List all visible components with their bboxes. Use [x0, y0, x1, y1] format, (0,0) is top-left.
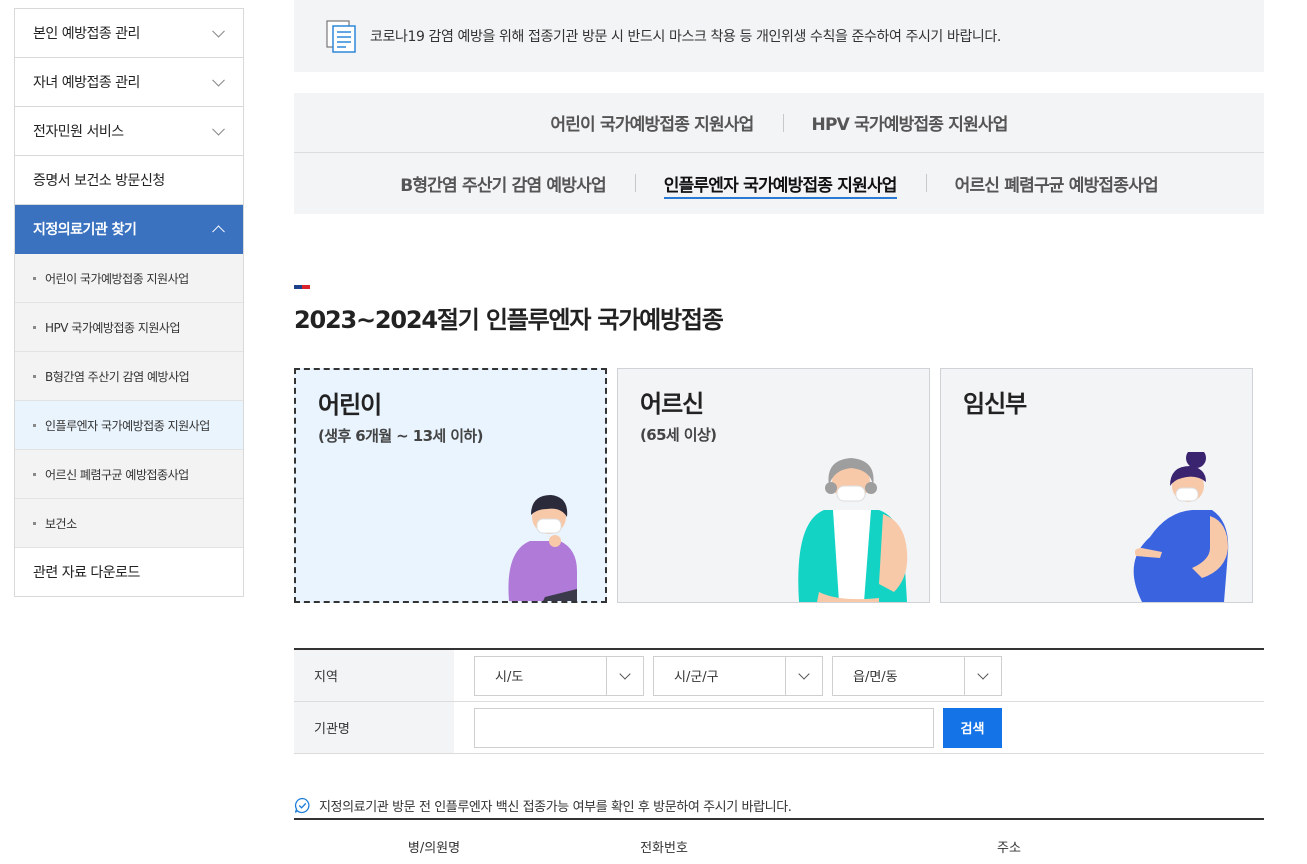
sidebar-subitem-label: 어르신 폐렴구균 예방접종사업: [45, 467, 189, 482]
sidebar-item-label: 전자민원 서비스: [33, 124, 124, 140]
bullet-icon: [33, 472, 36, 476]
chevron-down-icon: [964, 656, 1001, 695]
search-button[interactable]: 검색: [943, 707, 1002, 748]
bullet-icon: [33, 276, 36, 280]
org-row: 기관명 검색: [294, 702, 1264, 754]
org-name-input[interactable]: [474, 707, 934, 748]
tab-row: 어린이 국가예방접종 지원사업 HPV 국가예방접종 지원사업: [294, 93, 1264, 153]
pregnant-woman-illustration-icon: [1133, 452, 1229, 602]
card-seniors[interactable]: 어르신 (65세 이상): [617, 368, 930, 603]
chevron-down-icon: [606, 656, 643, 695]
chevron-down-icon: [212, 122, 225, 136]
bullet-icon: [33, 521, 36, 525]
results-table-header: 병/의원명 전화번호 주소: [294, 818, 1264, 864]
sidebar-subitem-label: B형간염 주산기 감염 예방사업: [45, 369, 190, 384]
select-value: 시/도: [495, 670, 524, 685]
column-header-clinic-name: 병/의원명: [407, 841, 461, 856]
card-pregnant[interactable]: 임신부: [940, 368, 1253, 603]
info-text: 지정의료기관 방문 전 인플루엔자 백신 접종가능 여부를 확인 후 방문하여 …: [319, 800, 792, 815]
town-select[interactable]: 읍/면/동: [832, 655, 1002, 696]
card-subtitle: (생후 6개월 ~ 13세 이하): [318, 427, 483, 445]
tab-label: 어린이 국가예방접종 지원사업: [550, 115, 754, 135]
notice-text: 코로나19 감염 예방을 위해 접종기관 방문 시 반드시 마스크 착용 등 개…: [370, 29, 1001, 45]
sidebar-subitem-child-program[interactable]: 어린이 국가예방접종 지원사업: [15, 254, 243, 303]
province-select[interactable]: 시/도: [474, 655, 644, 696]
column-header-address: 주소: [997, 841, 1021, 856]
city-select[interactable]: 시/군/구: [653, 655, 823, 696]
card-subtitle: (65세 이상): [640, 426, 717, 444]
card-title: 임신부: [963, 390, 1027, 418]
tab-influenza-program[interactable]: 인플루엔자 국가예방접종 지원사업: [635, 171, 926, 199]
region-selects: 시/도 시/군/구 읍/면/동: [454, 655, 1011, 696]
title-mark-icon: [294, 285, 310, 289]
bullet-icon: [33, 374, 36, 378]
card-children[interactable]: 어린이 (생후 6개월 ~ 13세 이하): [294, 368, 607, 603]
chevron-up-icon: [212, 225, 225, 239]
notice-banner: 코로나19 감염 예방을 위해 접종기관 방문 시 반드시 마스크 착용 등 개…: [294, 0, 1264, 72]
sidebar-subitem-influenza-program[interactable]: 인플루엔자 국가예방접종 지원사업: [15, 401, 243, 450]
sidebar-subitem-health-center[interactable]: 보건소: [15, 499, 243, 548]
sidebar-item-label: 본인 예방접종 관리: [33, 26, 140, 42]
card-title: 어르신: [640, 390, 704, 418]
select-value: 시/군/구: [674, 670, 719, 685]
tab-label: 어르신 폐렴구균 예방접종사업: [954, 175, 1159, 196]
tab-hpv-program[interactable]: HPV 국가예방접종 지원사업: [783, 110, 1037, 135]
sidebar-subitem-label: HPV 국가예방접종 지원사업: [45, 320, 181, 335]
sidebar-subitem-pneumococcal-program[interactable]: 어르신 폐렴구균 예방접종사업: [15, 450, 243, 499]
tab-hepb-program[interactable]: B형간염 주산기 감염 예방사업: [371, 171, 635, 196]
senior-illustration-icon: [798, 458, 908, 602]
sidebar-item-label: 증명서 보건소 방문신청: [33, 173, 165, 189]
sidebar-item-label: 관련 자료 다운로드: [33, 565, 140, 581]
region-label: 지역: [294, 650, 454, 701]
chevron-down-icon: [212, 73, 225, 87]
sidebar-item-find-designated-clinic[interactable]: 지정의료기관 찾기: [15, 205, 243, 254]
tab-row: B형간염 주산기 감염 예방사업 인플루엔자 국가예방접종 지원사업 어르신 폐…: [294, 153, 1264, 213]
sidebar-subitem-hpv-program[interactable]: HPV 국가예방접종 지원사업: [15, 303, 243, 352]
tab-label: HPV 국가예방접종 지원사업: [811, 115, 1009, 135]
chevron-down-icon: [212, 24, 225, 38]
sidebar-item-child-vaccination[interactable]: 자녀 예방접종 관리: [15, 58, 243, 107]
sidebar-subitem-label: 인플루엔자 국가예방접종 지원사업: [45, 418, 210, 433]
column-header-phone: 전화번호: [640, 841, 688, 856]
sidebar-item-label: 자녀 예방접종 관리: [33, 75, 140, 91]
document-icon: [326, 20, 356, 53]
region-row: 지역 시/도 시/군/구 읍/면/동: [294, 650, 1264, 702]
info-message: 지정의료기관 방문 전 인플루엔자 백신 접종가능 여부를 확인 후 방문하여 …: [294, 796, 792, 815]
chevron-down-icon: [785, 656, 822, 695]
sidebar-item-label: 지정의료기관 찾기: [33, 222, 137, 238]
tab-pneumococcal-program[interactable]: 어르신 폐렴구균 예방접종사업: [926, 171, 1187, 196]
sidebar-item-certificate-visit[interactable]: 증명서 보건소 방문신청: [15, 156, 243, 205]
select-value: 읍/면/동: [853, 670, 898, 685]
sidebar-item-e-civil-service[interactable]: 전자민원 서비스: [15, 107, 243, 156]
bullet-icon: [33, 423, 36, 427]
check-circle-icon: [294, 797, 310, 814]
sidebar-item-download[interactable]: 관련 자료 다운로드: [15, 548, 243, 597]
bullet-icon: [33, 325, 36, 329]
tab-label: 인플루엔자 국가예방접종 지원사업: [663, 175, 897, 199]
sidebar-subitem-hepb-program[interactable]: B형간염 주산기 감염 예방사업: [15, 352, 243, 401]
sidebar-nav: 본인 예방접종 관리 자녀 예방접종 관리 전자민원 서비스 증명서 보건소 방…: [14, 8, 244, 597]
page-title: 2023~2024절기 인플루엔자 국가예방접종: [294, 306, 724, 334]
card-title: 어린이: [318, 391, 382, 419]
tab-child-program[interactable]: 어린이 국가예방접종 지원사업: [521, 110, 782, 135]
child-illustration-icon: [508, 495, 577, 601]
sidebar-subitem-label: 보건소: [45, 516, 77, 531]
search-form: 지역 시/도 시/군/구 읍/면/동 기관명 검색: [294, 648, 1264, 754]
org-label: 기관명: [294, 702, 454, 753]
sidebar-subitem-label: 어린이 국가예방접종 지원사업: [45, 271, 189, 286]
program-tabs: 어린이 국가예방접종 지원사업 HPV 국가예방접종 지원사업 B형간염 주산기…: [294, 93, 1264, 214]
sidebar-item-my-vaccination[interactable]: 본인 예방접종 관리: [15, 9, 243, 58]
tab-label: B형간염 주산기 감염 예방사업: [400, 175, 606, 196]
